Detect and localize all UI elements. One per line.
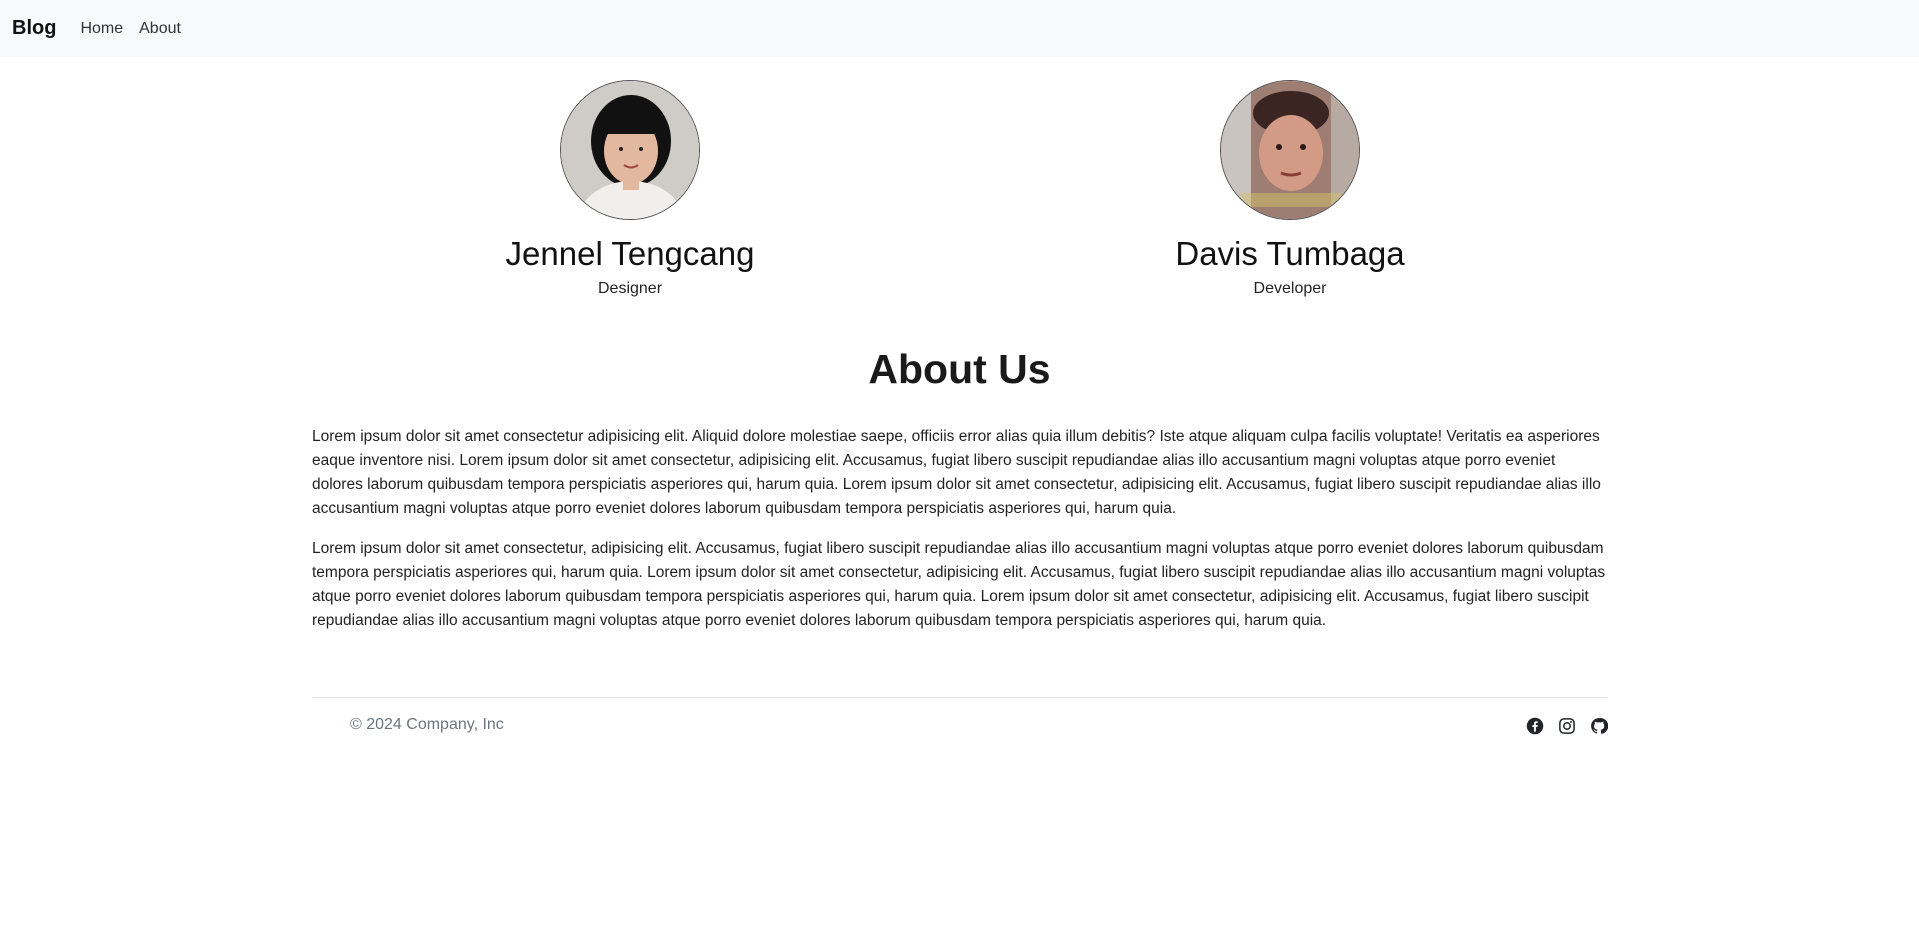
team-section: Jennel Tengcang Designer Davis Tumbaga D… xyxy=(0,80,1919,310)
nav-link-about[interactable]: About xyxy=(139,20,181,38)
avatar xyxy=(1220,80,1360,220)
team-member: Davis Tumbaga Developer xyxy=(1120,80,1460,298)
github-icon[interactable] xyxy=(1590,717,1608,735)
member-role: Developer xyxy=(1253,280,1327,298)
footer: © 2024 Company, Inc xyxy=(312,697,1608,757)
avatar-photo-davis xyxy=(1221,81,1359,219)
brand-link[interactable]: Blog xyxy=(12,17,56,40)
member-role: Designer xyxy=(597,280,663,298)
nav-link-home[interactable]: Home xyxy=(80,20,123,38)
about-paragraph: Lorem ipsum dolor sit amet consectetur a… xyxy=(312,428,1601,517)
member-name: Jennel Tengcang xyxy=(505,235,755,272)
about-title: About Us xyxy=(868,346,1051,392)
navbar: Blog Home About xyxy=(0,0,1919,57)
facebook-icon[interactable] xyxy=(1526,717,1544,735)
about-paragraph: Lorem ipsum dolor sit amet consectetur, … xyxy=(312,540,1606,629)
copyright-text: © 2024 Company, Inc xyxy=(350,716,504,733)
instagram-icon[interactable] xyxy=(1558,717,1576,735)
social-links xyxy=(1526,717,1608,735)
avatar xyxy=(560,80,700,220)
team-member: Jennel Tengcang Designer xyxy=(460,80,800,298)
member-name: Davis Tumbaga xyxy=(1175,235,1405,272)
about-section: Lorem ipsum dolor sit amet consectetur a… xyxy=(312,425,1608,649)
avatar-photo-jennel xyxy=(561,81,699,219)
